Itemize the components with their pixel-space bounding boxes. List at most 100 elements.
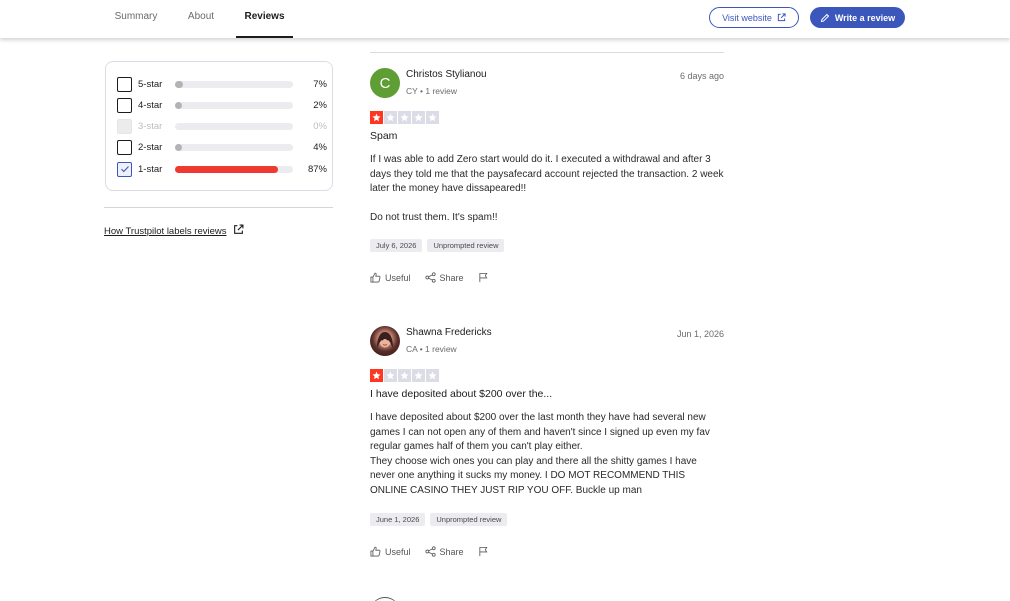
- star-icon: [398, 369, 411, 382]
- visit-website-label: Visit website: [722, 12, 772, 23]
- filter-row-2-star[interactable]: 2-star 4%: [117, 138, 327, 156]
- unprompted-tag[interactable]: Unprompted review: [427, 239, 505, 252]
- report-button[interactable]: [478, 546, 489, 557]
- filter-bar: [175, 122, 293, 130]
- filter-label: 3-star: [138, 120, 163, 132]
- flag-icon: [478, 546, 487, 557]
- useful-label: Useful: [385, 272, 411, 283]
- useful-button[interactable]: Useful: [370, 546, 411, 557]
- star-icon: [412, 111, 425, 124]
- filter-row-4-star[interactable]: 4-star 2%: [117, 96, 327, 114]
- star-icon: [370, 111, 383, 124]
- filter-checkbox[interactable]: [117, 76, 132, 92]
- check-icon: [120, 166, 129, 173]
- experience-date-tag: July 6, 2026: [370, 239, 423, 252]
- thumbs-up-icon: [370, 272, 381, 283]
- external-link-icon: [233, 224, 244, 238]
- filter-row-1-star[interactable]: 1-star 87%: [117, 160, 327, 178]
- review-paragraph: If I was able to add Zero start would do…: [370, 154, 724, 194]
- visit-website-button[interactable]: Visit website: [709, 7, 799, 28]
- star-filter-card: 5-star 7% 4-star 2% 3-star 0% 2-star 4% …: [105, 61, 333, 191]
- pencil-icon: [820, 13, 830, 23]
- top-nav: Summary About Reviews Visit website Writ…: [0, 0, 1010, 38]
- share-button[interactable]: Share: [424, 272, 464, 283]
- reviewer-name[interactable]: Shawna Fredericks: [406, 327, 492, 338]
- profile-photo-icon: [377, 332, 393, 348]
- review-body: I have deposited about $200 over the las…: [370, 411, 724, 498]
- next-review-avatar: [370, 597, 400, 601]
- filter-bar: [175, 143, 293, 151]
- star-icon: [426, 111, 439, 124]
- filter-row-3-star: 3-star 0%: [117, 117, 327, 135]
- filter-percent: 4%: [313, 141, 327, 153]
- review-card: C Christos Stylianou CY • 1 review 6 day…: [370, 68, 724, 288]
- tab-summary[interactable]: Summary: [107, 0, 165, 38]
- review-title[interactable]: Spam: [370, 130, 397, 142]
- write-review-label: Write a review: [834, 12, 896, 23]
- filter-label: 2-star: [138, 141, 163, 153]
- review-paragraph: Do not trust them. It's spam!!: [370, 212, 498, 223]
- useful-button[interactable]: Useful: [370, 272, 411, 283]
- labels-link-text: How Trustpilot labels reviews: [104, 225, 227, 237]
- share-icon: [424, 546, 436, 557]
- review-card: Shawna Fredericks CA • 1 review Jun 1, 2…: [370, 326, 724, 562]
- avatar[interactable]: [370, 326, 400, 356]
- avatar[interactable]: C: [370, 68, 400, 98]
- review-body: If I was able to add Zero start would do…: [370, 153, 724, 226]
- reviewer-name[interactable]: Christos Stylianou: [406, 69, 487, 80]
- review-title[interactable]: I have deposited about $200 over the...: [370, 388, 552, 400]
- share-label: Share: [439, 272, 464, 283]
- trustpilot-labels-link[interactable]: How Trustpilot labels reviews: [104, 224, 244, 238]
- star-icon: [384, 111, 397, 124]
- filter-label: 5-star: [138, 78, 163, 90]
- report-button[interactable]: [478, 272, 489, 283]
- share-icon: [424, 272, 436, 283]
- thumbs-up-icon: [370, 546, 381, 557]
- share-button[interactable]: Share: [424, 546, 464, 557]
- review-tags: June 1, 2026 Unprompted review: [370, 513, 508, 526]
- tab-about[interactable]: About: [177, 0, 225, 38]
- star-rating: [370, 111, 439, 124]
- filter-checkbox[interactable]: [117, 97, 132, 113]
- filter-bar-fill: [175, 80, 184, 88]
- review-paragraph: They choose wich ones you can play and t…: [370, 455, 697, 496]
- unprompted-tag[interactable]: Unprompted review: [430, 513, 508, 526]
- filter-label: 1-star: [138, 163, 163, 175]
- review-paragraph: I have deposited about $200 over the las…: [370, 412, 710, 452]
- review-tags: July 6, 2026 Unprompted review: [370, 239, 505, 252]
- star-icon: [412, 369, 425, 382]
- star-icon: [426, 369, 439, 382]
- filter-bar: [175, 165, 293, 173]
- star-icon: [398, 111, 411, 124]
- experience-date-tag: June 1, 2026: [370, 513, 426, 526]
- filter-bar-fill: [175, 101, 182, 109]
- write-review-button[interactable]: Write a review: [810, 7, 905, 28]
- reviewer-meta: CY • 1 review: [406, 86, 458, 96]
- review-actions: Useful Share: [370, 546, 503, 557]
- filter-bar: [175, 80, 293, 88]
- filter-bar-fill: [175, 165, 278, 173]
- reviewer-meta: CA • 1 review: [406, 344, 457, 354]
- flag-icon: [478, 272, 487, 283]
- filter-percent: 7%: [313, 78, 327, 90]
- review-actions: Useful Share: [370, 272, 503, 283]
- review-date: 6 days ago: [679, 71, 724, 81]
- useful-label: Useful: [385, 546, 411, 557]
- share-label: Share: [439, 546, 464, 557]
- filter-checkbox[interactable]: [117, 139, 132, 155]
- filter-bar-fill: [175, 143, 182, 151]
- tab-reviews[interactable]: Reviews: [236, 0, 293, 38]
- filter-checkbox[interactable]: [117, 161, 132, 177]
- filter-row-5-star[interactable]: 5-star 7%: [117, 75, 327, 93]
- external-link-icon: [777, 13, 786, 22]
- star-rating: [370, 369, 439, 382]
- filter-bar: [175, 101, 293, 109]
- filter-percent: 2%: [313, 99, 327, 111]
- filter-checkbox: [117, 118, 132, 134]
- filter-percent: 87%: [307, 163, 327, 175]
- star-icon: [384, 369, 397, 382]
- star-icon: [370, 369, 383, 382]
- filter-percent: 0%: [313, 120, 327, 132]
- filter-label: 4-star: [138, 99, 163, 111]
- reviews-top-divider: [370, 52, 724, 53]
